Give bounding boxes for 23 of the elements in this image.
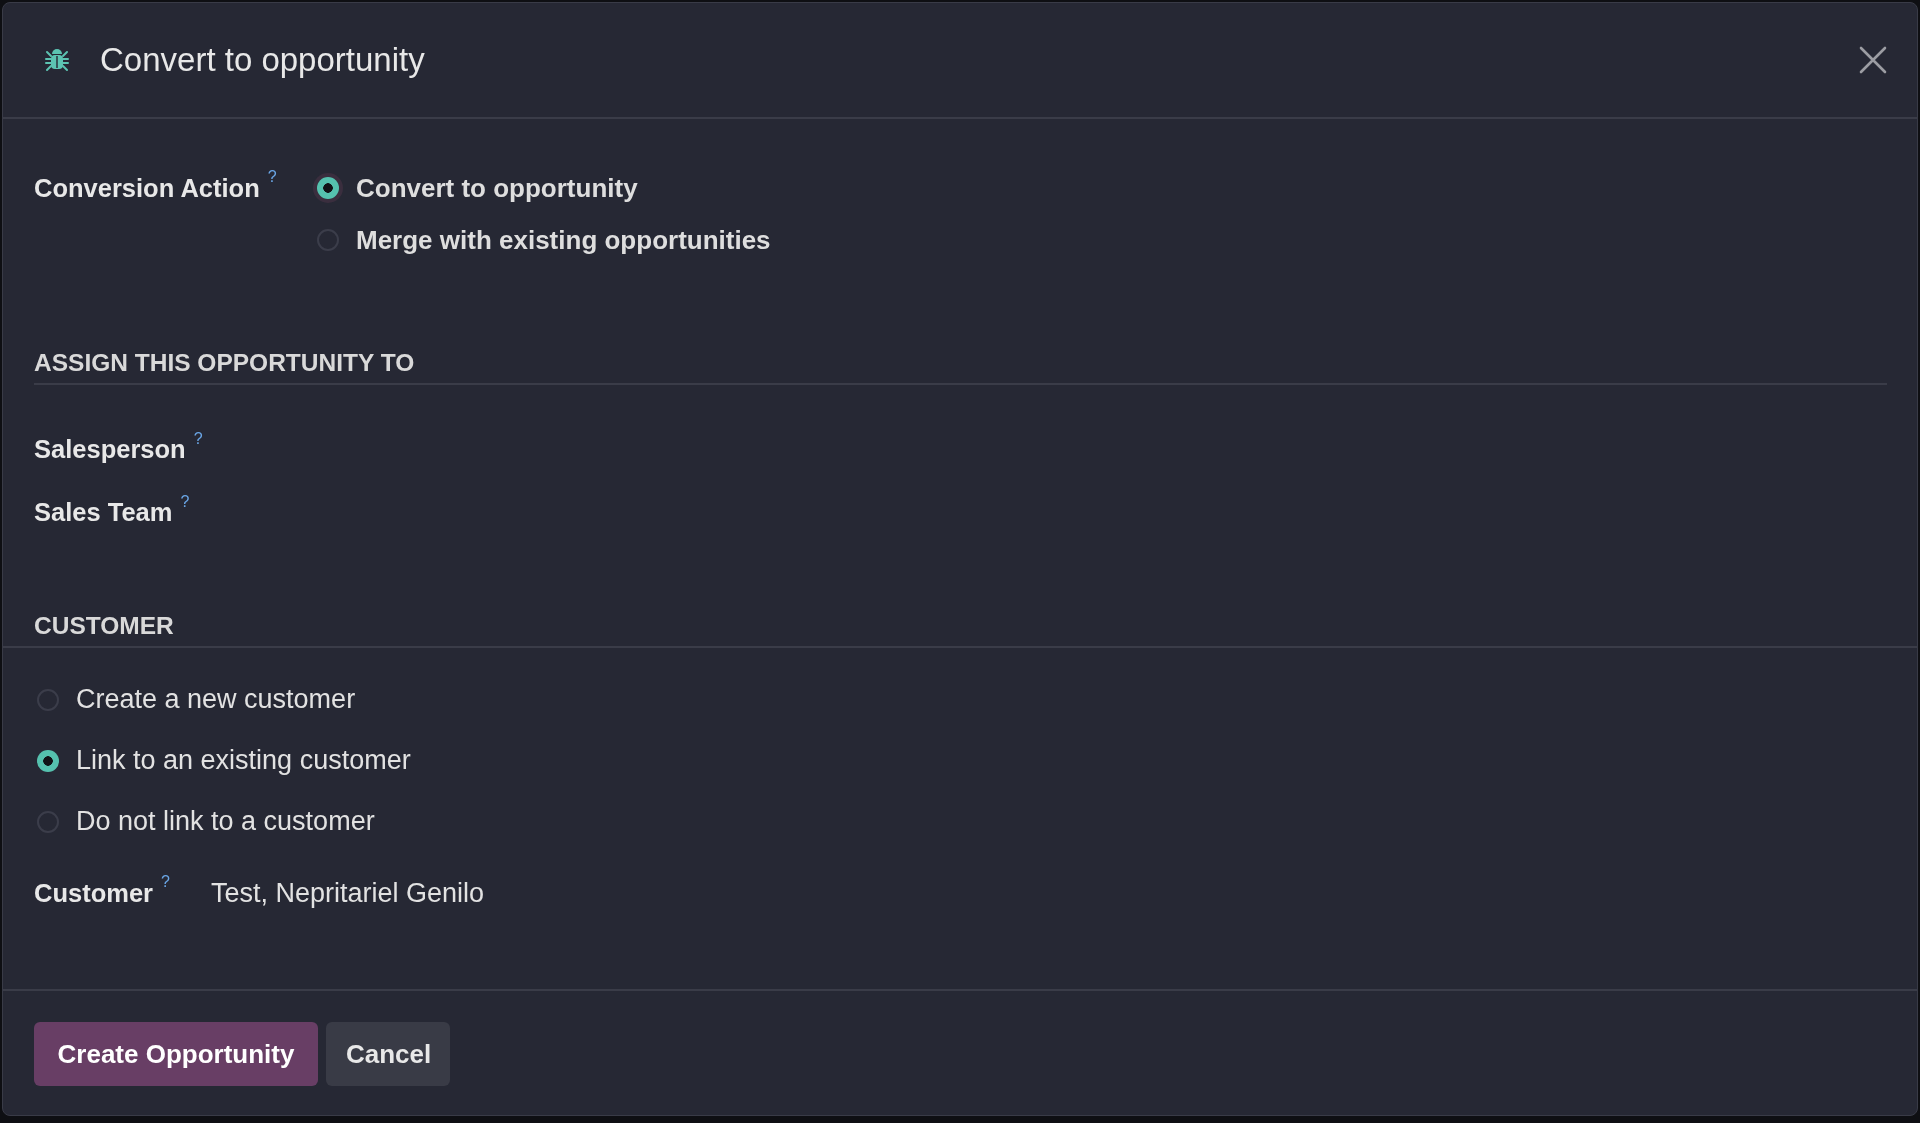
cancel-button[interactable]: Cancel	[326, 1022, 450, 1086]
radio-button[interactable]	[317, 177, 339, 199]
help-marker[interactable]: ?	[180, 493, 190, 511]
radio-label[interactable]: Convert to opportunity	[356, 172, 638, 204]
field-label: Customer	[34, 878, 154, 908]
field-label: Salesperson	[34, 435, 186, 464]
radio-button[interactable]	[37, 749, 59, 772]
radio-label[interactable]: Create a new customer	[76, 684, 356, 715]
help-marker[interactable]: ?	[193, 430, 203, 448]
customer-value[interactable]: Test, Nepritariel Genilo	[211, 877, 485, 909]
create-opportunity-button[interactable]: Create Opportunity	[34, 1022, 318, 1086]
help-marker[interactable]: ?	[267, 168, 277, 186]
help-marker[interactable]: ?	[161, 873, 170, 891]
dialog-title: Convert to opportunity	[100, 41, 425, 79]
section-title: CUSTOMER	[34, 612, 174, 639]
field-label: Conversion Action	[34, 173, 260, 203]
close-icon[interactable]	[1859, 46, 1887, 74]
section-title: ASSIGN THIS OPPORTUNITY TO	[34, 349, 415, 376]
bug-icon	[45, 47, 69, 73]
radio-label[interactable]: Merge with existing opportunities	[356, 224, 771, 256]
radio-label[interactable]: Link to an existing customer	[76, 745, 411, 776]
field-label: Sales Team	[34, 498, 173, 527]
radio-label[interactable]: Do not link to a customer	[76, 806, 375, 837]
